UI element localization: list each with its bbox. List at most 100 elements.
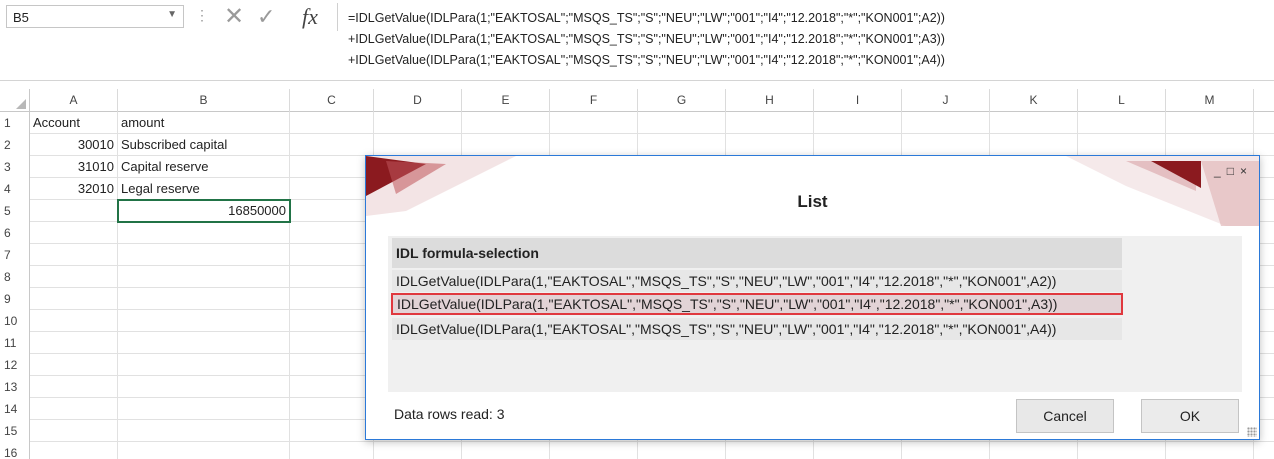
column-header-d[interactable]: D <box>374 89 462 112</box>
cell-m2[interactable] <box>1166 134 1254 156</box>
cell-b7[interactable] <box>118 244 290 266</box>
insert-function-icon[interactable]: fx <box>302 3 318 31</box>
cell-c8[interactable] <box>290 266 374 288</box>
list-item-selected[interactable]: IDLGetValue(IDLPara(1,"EAKTOSAL","MSQS_T… <box>391 293 1123 315</box>
row-header[interactable]: 8 <box>0 266 30 288</box>
cell-a16[interactable] <box>30 442 118 459</box>
cell-k1[interactable] <box>990 112 1078 134</box>
cell-c6[interactable] <box>290 222 374 244</box>
cell-c2[interactable] <box>290 134 374 156</box>
column-header-c[interactable]: C <box>290 89 374 112</box>
row-header[interactable]: 9 <box>0 288 30 310</box>
cell-h1[interactable] <box>726 112 814 134</box>
column-header-m[interactable]: M <box>1166 89 1254 112</box>
cell-b5[interactable]: 16850000 <box>117 199 291 223</box>
cell-f16[interactable] <box>550 442 638 459</box>
row-header[interactable]: 10 <box>0 310 30 332</box>
cell-e2[interactable] <box>462 134 550 156</box>
cell-m1[interactable] <box>1166 112 1254 134</box>
cell-j2[interactable] <box>902 134 990 156</box>
cell-b8[interactable] <box>118 266 290 288</box>
cell-b1[interactable]: amount <box>118 112 290 134</box>
cell-b3[interactable]: Capital reserve <box>118 156 290 178</box>
cell-j1[interactable] <box>902 112 990 134</box>
column-header-b[interactable]: B <box>118 89 290 112</box>
cancel-button[interactable]: Cancel <box>1016 399 1114 433</box>
cell-a5[interactable] <box>30 200 118 222</box>
cell-c13[interactable] <box>290 376 374 398</box>
column-header-a[interactable]: A <box>30 89 118 112</box>
cell-b15[interactable] <box>118 420 290 442</box>
cell-b14[interactable] <box>118 398 290 420</box>
chevron-down-icon[interactable]: ▼ <box>167 9 177 20</box>
column-header-e[interactable]: E <box>462 89 550 112</box>
cell-c3[interactable] <box>290 156 374 178</box>
cell-c11[interactable] <box>290 332 374 354</box>
cell-a4[interactable]: 32010 <box>30 178 118 200</box>
cell-k16[interactable] <box>990 442 1078 459</box>
row-header[interactable]: 15 <box>0 420 30 442</box>
column-header-i[interactable]: I <box>814 89 902 112</box>
cell-e1[interactable] <box>462 112 550 134</box>
row-header[interactable]: 2 <box>0 134 30 156</box>
cell-l16[interactable] <box>1078 442 1166 459</box>
cell-f1[interactable] <box>550 112 638 134</box>
cell-g1[interactable] <box>638 112 726 134</box>
confirm-entry-icon[interactable]: ✓ <box>257 3 275 31</box>
formula-input[interactable]: =IDLGetValue(IDLPara(1;"EAKTOSAL";"MSQS_… <box>348 8 1268 71</box>
maximize-icon[interactable]: □ <box>1227 164 1240 178</box>
cell-a9[interactable] <box>30 288 118 310</box>
cell-b4[interactable]: Legal reserve <box>118 178 290 200</box>
cell-c12[interactable] <box>290 354 374 376</box>
column-header-l[interactable]: L <box>1078 89 1166 112</box>
cell-h16[interactable] <box>726 442 814 459</box>
cell-b16[interactable] <box>118 442 290 459</box>
cell-b2[interactable]: Subscribed capital <box>118 134 290 156</box>
cell-a11[interactable] <box>30 332 118 354</box>
cell-i2[interactable] <box>814 134 902 156</box>
row-header[interactable]: 11 <box>0 332 30 354</box>
cell-c5[interactable] <box>290 200 374 222</box>
cell-a15[interactable] <box>30 420 118 442</box>
cell-a7[interactable] <box>30 244 118 266</box>
row-header[interactable]: 14 <box>0 398 30 420</box>
close-icon[interactable]: × <box>1240 164 1253 178</box>
cell-c1[interactable] <box>290 112 374 134</box>
cell-k2[interactable] <box>990 134 1078 156</box>
column-header-k[interactable]: K <box>990 89 1078 112</box>
cell-d16[interactable] <box>374 442 462 459</box>
cell-a6[interactable] <box>30 222 118 244</box>
list-item[interactable]: IDLGetValue(IDLPara(1,"EAKTOSAL","MSQS_T… <box>392 318 1122 340</box>
row-header[interactable]: 4 <box>0 178 30 200</box>
cell-c15[interactable] <box>290 420 374 442</box>
ok-button[interactable]: OK <box>1141 399 1239 433</box>
cell-e16[interactable] <box>462 442 550 459</box>
cell-b9[interactable] <box>118 288 290 310</box>
row-header[interactable]: 1 <box>0 112 30 134</box>
cell-a14[interactable] <box>30 398 118 420</box>
row-header[interactable]: 6 <box>0 222 30 244</box>
cell-i16[interactable] <box>814 442 902 459</box>
cell-b11[interactable] <box>118 332 290 354</box>
cell-b10[interactable] <box>118 310 290 332</box>
list-item[interactable]: IDLGetValue(IDLPara(1,"EAKTOSAL","MSQS_T… <box>392 270 1122 292</box>
cell-f2[interactable] <box>550 134 638 156</box>
cell-b6[interactable] <box>118 222 290 244</box>
name-box[interactable]: B5 ▼ <box>6 5 184 28</box>
cell-a3[interactable]: 31010 <box>30 156 118 178</box>
cell-b13[interactable] <box>118 376 290 398</box>
cell-g2[interactable] <box>638 134 726 156</box>
cell-a12[interactable] <box>30 354 118 376</box>
cell-h2[interactable] <box>726 134 814 156</box>
column-header-j[interactable]: J <box>902 89 990 112</box>
row-header[interactable]: 3 <box>0 156 30 178</box>
select-all-corner[interactable] <box>0 89 30 112</box>
column-header-f[interactable]: F <box>550 89 638 112</box>
cell-a8[interactable] <box>30 266 118 288</box>
cell-b12[interactable] <box>118 354 290 376</box>
cell-l1[interactable] <box>1078 112 1166 134</box>
minimize-icon[interactable]: _ <box>1214 164 1227 178</box>
cell-d2[interactable] <box>374 134 462 156</box>
cell-c10[interactable] <box>290 310 374 332</box>
cell-a1[interactable]: Account <box>30 112 118 134</box>
